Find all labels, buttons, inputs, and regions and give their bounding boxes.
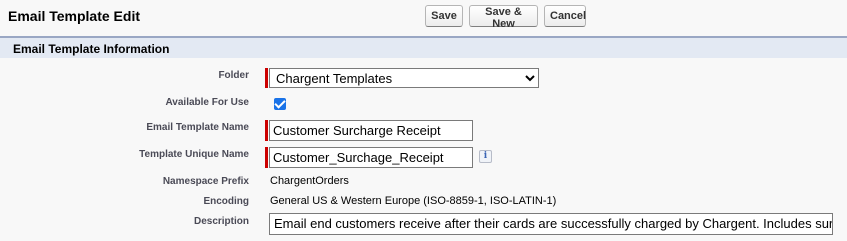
required-indicator <box>265 147 268 168</box>
page-header: Email Template Edit Save Save & New Canc… <box>0 0 847 34</box>
required-indicator <box>265 120 268 141</box>
encoding-label: Encoding <box>203 196 249 207</box>
info-icon[interactable]: i <box>479 150 492 163</box>
available-for-use-label: Available For Use <box>165 97 249 108</box>
encoding-value: General US & Western Europe (ISO-8859-1,… <box>270 195 557 207</box>
namespace-prefix-label: Namespace Prefix <box>162 176 249 187</box>
available-for-use-checkbox[interactable] <box>274 98 286 110</box>
section-title: Email Template Information <box>13 42 170 56</box>
required-indicator <box>265 68 268 88</box>
page-title: Email Template Edit <box>8 8 140 24</box>
template-unique-name-input[interactable] <box>269 147 473 168</box>
folder-select[interactable]: Chargent Templates <box>269 68 539 88</box>
template-unique-name-label: Template Unique Name <box>139 149 249 160</box>
cancel-button[interactable]: Cancel <box>544 5 586 27</box>
email-template-name-label: Email Template Name <box>146 122 249 133</box>
description-label: Description <box>193 216 249 227</box>
description-textarea[interactable]: Email end customers receive after their … <box>269 213 833 235</box>
folder-label: Folder <box>218 70 249 81</box>
save-and-new-button[interactable]: Save & New <box>469 5 538 30</box>
email-template-name-input[interactable] <box>269 120 473 141</box>
save-button[interactable]: Save <box>425 5 463 27</box>
namespace-prefix-value: ChargentOrders <box>270 175 349 187</box>
section-header: Email Template Information <box>0 36 847 58</box>
